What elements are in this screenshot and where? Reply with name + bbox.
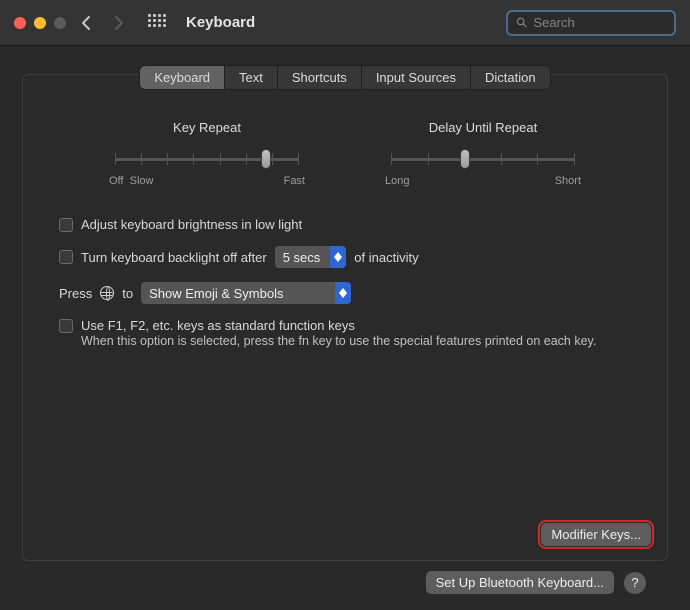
minimize-icon[interactable]	[34, 17, 46, 29]
search-icon	[516, 16, 527, 29]
help-button[interactable]: ?	[624, 572, 646, 594]
backlight-off-suffix: of inactivity	[354, 250, 418, 265]
fn-keys-subtext: When this option is selected, press the …	[81, 333, 631, 351]
forward-button	[106, 11, 130, 35]
search-input[interactable]	[533, 15, 666, 30]
tab-bar: Keyboard Text Shortcuts Input Sources Di…	[23, 65, 667, 90]
adjust-brightness-checkbox[interactable]	[59, 218, 73, 232]
press-globe-mid: to	[122, 286, 133, 301]
globe-action-value: Show Emoji & Symbols	[141, 284, 335, 303]
tab-input-sources[interactable]: Input Sources	[362, 66, 471, 89]
fn-keys-checkbox[interactable]	[59, 319, 73, 333]
delay-long: Long	[385, 175, 409, 187]
key-repeat-fast: Fast	[284, 175, 305, 187]
delay-block: Delay Until Repeat Long Short	[383, 120, 583, 187]
key-repeat-label: Key Repeat	[107, 120, 307, 135]
settings-panel: Keyboard Text Shortcuts Input Sources Di…	[22, 74, 668, 561]
titlebar: Keyboard	[0, 0, 690, 46]
zoom-icon	[54, 17, 66, 29]
stepper-arrows-icon	[335, 282, 351, 304]
modifier-keys-button[interactable]: Modifier Keys...	[541, 523, 651, 546]
tab-text[interactable]: Text	[225, 66, 278, 89]
search-field[interactable]	[506, 10, 676, 36]
key-repeat-slow: Slow	[130, 175, 154, 187]
backlight-duration-select[interactable]: 5 secs	[275, 246, 347, 268]
delay-thumb[interactable]	[460, 149, 470, 169]
key-repeat-thumb[interactable]	[261, 149, 271, 169]
stepper-arrows-icon	[330, 246, 346, 268]
key-repeat-off: Off	[109, 175, 123, 187]
backlight-duration-value: 5 secs	[275, 248, 331, 267]
delay-label: Delay Until Repeat	[383, 120, 583, 135]
delay-slider[interactable]	[391, 149, 575, 169]
adjust-brightness-label: Adjust keyboard brightness in low light	[81, 217, 302, 232]
key-repeat-slider[interactable]	[115, 149, 299, 169]
back-button[interactable]	[74, 11, 98, 35]
window-controls	[14, 17, 66, 29]
delay-short: Short	[555, 175, 581, 187]
globe-action-select[interactable]: Show Emoji & Symbols	[141, 282, 351, 304]
close-icon[interactable]	[14, 17, 26, 29]
key-repeat-block: Key Repeat Off Slow Fast	[107, 120, 307, 187]
tab-dictation[interactable]: Dictation	[471, 66, 550, 89]
tab-keyboard[interactable]: Keyboard	[140, 66, 225, 89]
backlight-off-checkbox[interactable]	[59, 250, 73, 264]
press-globe-prefix: Press	[59, 286, 92, 301]
fn-keys-label: Use F1, F2, etc. keys as standard functi…	[81, 318, 355, 333]
show-all-icon[interactable]	[148, 14, 166, 32]
window-title: Keyboard	[186, 14, 255, 31]
content: Keyboard Text Shortcuts Input Sources Di…	[0, 46, 690, 610]
globe-icon	[100, 286, 114, 300]
backlight-off-prefix: Turn keyboard backlight off after	[81, 250, 267, 265]
tab-shortcuts[interactable]: Shortcuts	[278, 66, 362, 89]
bluetooth-keyboard-button[interactable]: Set Up Bluetooth Keyboard...	[426, 571, 614, 594]
